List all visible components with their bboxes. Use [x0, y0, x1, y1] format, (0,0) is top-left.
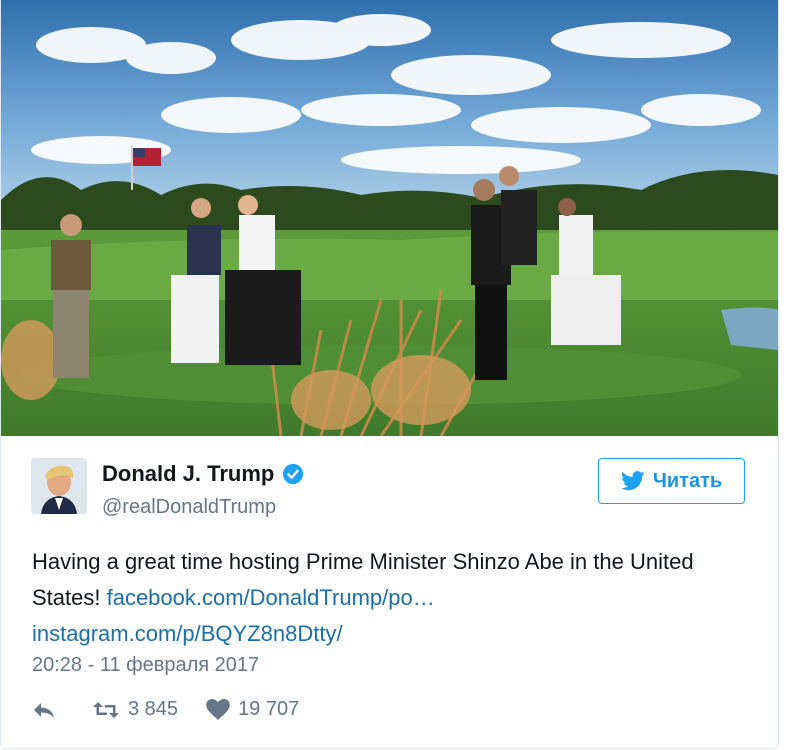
like-button[interactable]: 19 707 [206, 698, 299, 721]
reply-icon [34, 702, 54, 718]
follow-button-label: Читать [652, 469, 723, 492]
embedded-tweet-card: Donald J. Trump @realDonaldTrump Читать … [0, 0, 779, 749]
follow-button[interactable]: Читать [598, 458, 745, 504]
reply-button[interactable] [32, 700, 64, 720]
screen-name[interactable]: @realDonaldTrump [102, 496, 276, 519]
retweet-icon [93, 701, 119, 718]
verified-badge-icon [283, 463, 304, 485]
golf-course-photo [1, 0, 778, 436]
tweet-timestamp[interactable]: 20:28 - 11 февраля 2017 [32, 654, 259, 677]
instagram-link[interactable]: instagram.com/p/BQYZ8n8Dtty/ [32, 621, 343, 646]
tweet-actions: 3 845 19 707 [32, 698, 327, 721]
like-count: 19 707 [238, 698, 300, 720]
heart-icon [206, 698, 230, 720]
twitter-bird-icon [620, 471, 645, 491]
display-name[interactable]: Donald J. Trump [102, 461, 274, 487]
retweet-button[interactable]: 3 845 [92, 698, 178, 721]
tweet-photo[interactable] [1, 0, 778, 436]
tweet-text: Having a great time hosting Prime Minist… [32, 544, 752, 652]
author-name-row: Donald J. Trump [102, 461, 304, 487]
avatar[interactable] [31, 458, 87, 514]
retweet-count: 3 845 [128, 698, 179, 720]
facebook-link[interactable]: facebook.com/DonaldTrump/po… [107, 585, 435, 610]
profile-photo-icon [31, 458, 87, 514]
